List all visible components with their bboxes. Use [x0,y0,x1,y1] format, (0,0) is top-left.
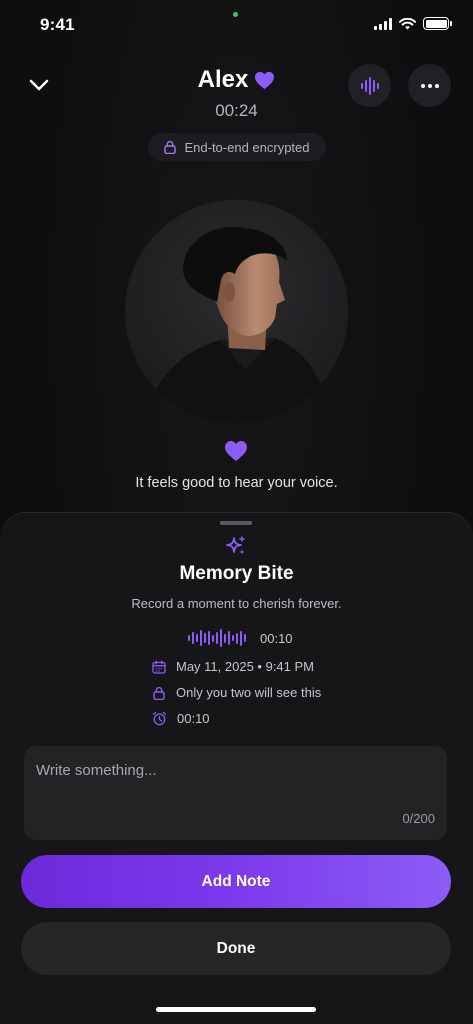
encryption-label: End-to-end encrypted [184,139,310,155]
recording-preview[interactable]: 00:10 [188,629,293,647]
call-timer: 00:24 [215,101,258,120]
call-screen: 9:41 Alex 00:24 End-to-end encrypted It … [0,0,473,1024]
status-icons [374,17,452,30]
more-horizontal-icon [420,83,439,88]
sheet-title: Memory Bite [179,563,294,584]
sparkle-icon [224,535,248,564]
more-options-button[interactable] [408,64,451,107]
avatar [125,200,348,423]
privacy-label: Only you two will see this [176,685,322,700]
home-indicator[interactable] [156,1007,316,1012]
cellular-signal-icon [374,17,392,30]
contact-name: Alex [197,66,249,93]
battery-icon [423,17,452,30]
memory-bite-sheet: Memory Bite Record a moment to cherish f… [0,512,473,1024]
camera-indicator-dot [233,12,238,17]
lock-icon [164,140,177,154]
avatar-portrait [125,200,348,423]
timer-label: 00:10 [177,711,210,726]
wifi-icon [399,17,416,29]
recording-duration: 00:10 [260,630,293,646]
call-message: It feels good to hear your voice. [135,475,338,491]
date-row: May 11, 2025 • 9:41 PM [152,659,314,674]
timer-row: 00:10 [152,711,210,726]
status-time: 9:41 [40,15,75,34]
waveform-icon [188,629,246,647]
note-input[interactable]: Write something... 0/200 [24,746,447,840]
lock-icon [153,686,165,700]
sheet-subtitle: Record a moment to cherish forever. [131,596,342,611]
privacy-row: Only you two will see this [152,685,321,700]
voice-button[interactable] [348,64,391,107]
done-button[interactable]: Done [21,922,451,975]
heart-icon [255,71,275,89]
add-note-button[interactable]: Add Note [21,855,451,908]
calendar-icon [152,659,166,674]
alarm-clock-icon [152,711,167,726]
date-label: May 11, 2025 • 9:41 PM [176,659,314,674]
heart-icon [225,441,247,461]
waveform-icon [360,76,379,95]
encryption-badge: End-to-end encrypted [148,133,326,161]
sheet-drag-handle[interactable] [220,521,252,525]
contact-title: Alex [0,66,473,94]
heart-reaction [224,440,248,467]
char-counter: 0/200 [402,811,435,826]
note-placeholder: Write something... [36,762,157,779]
